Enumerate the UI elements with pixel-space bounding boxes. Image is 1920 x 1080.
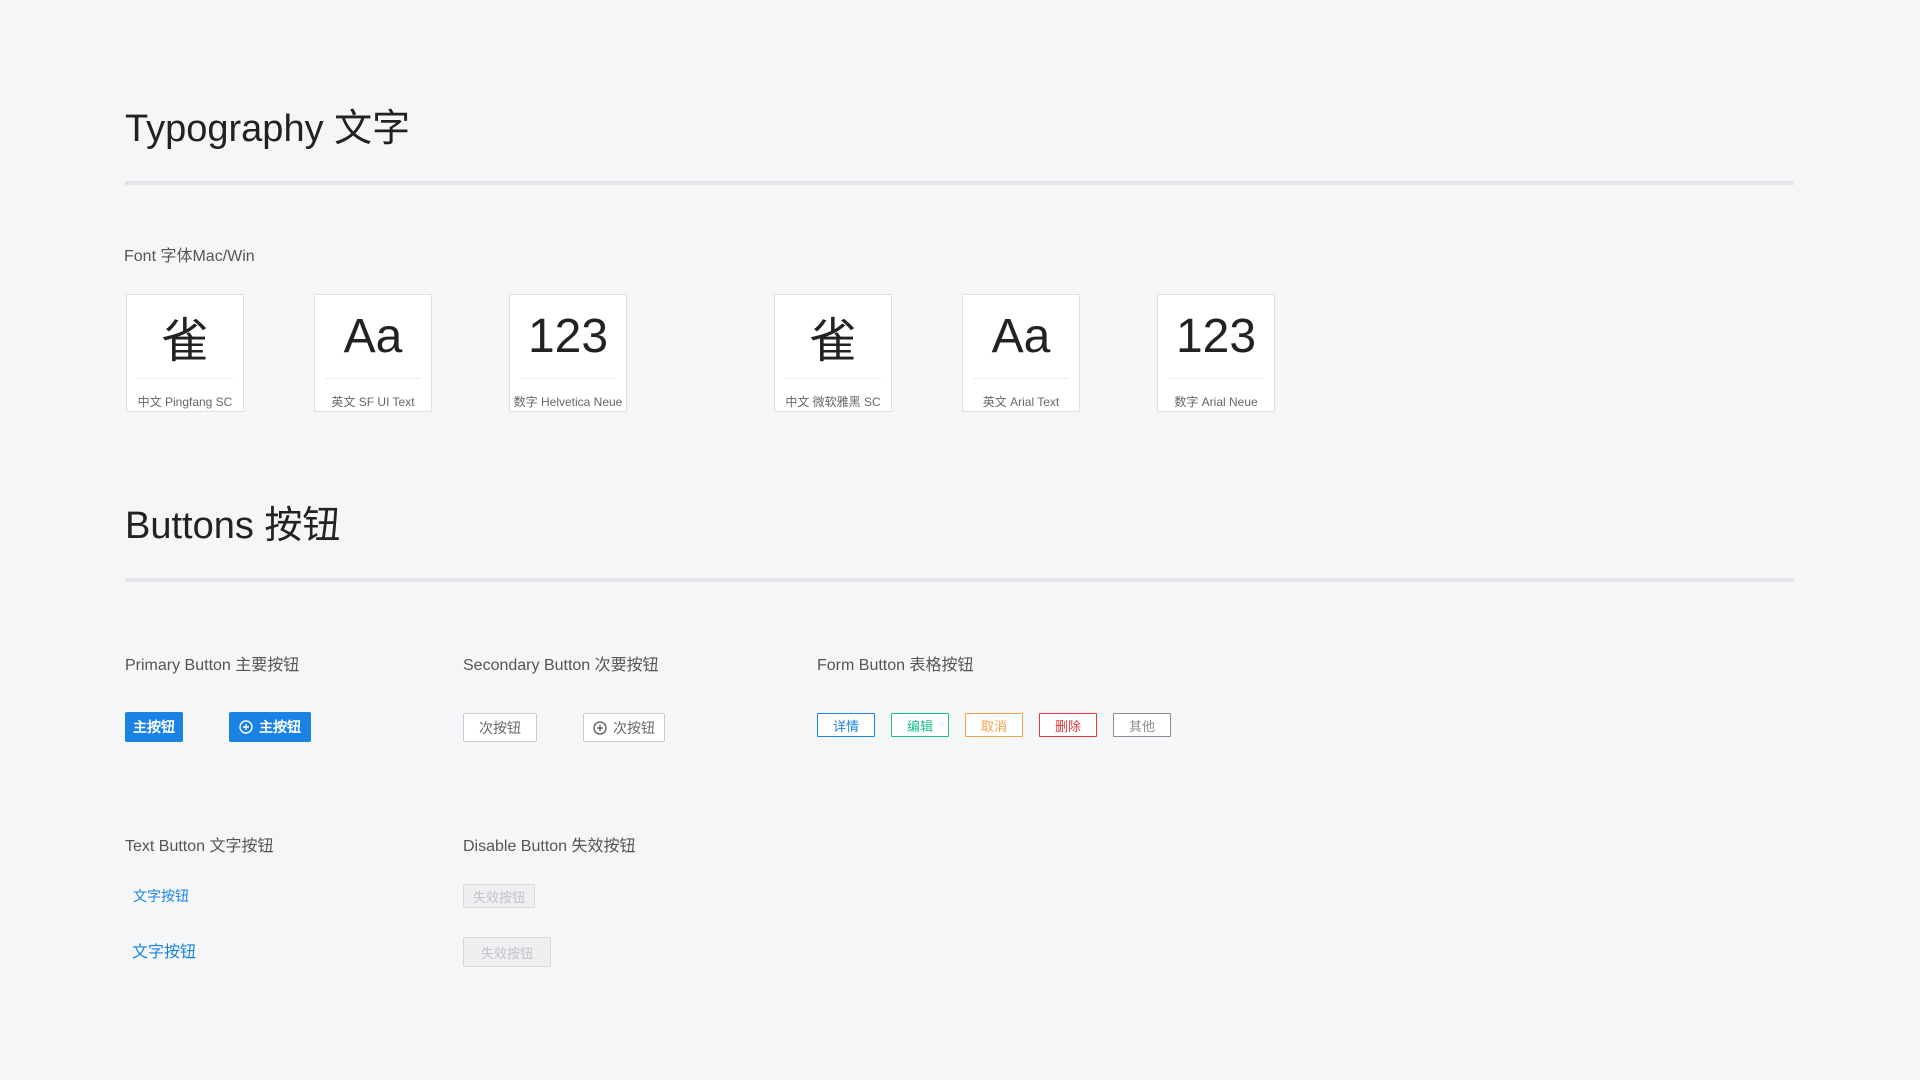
font-caption: 中文 Pingfang SC: [137, 395, 233, 409]
font-caption: 英文 SF UI Text: [331, 395, 415, 409]
primary-button-text: 主按钮: [133, 719, 175, 735]
text-button-large[interactable]: 文字按钮: [132, 938, 196, 962]
text-button-small[interactable]: 文字按钮: [133, 886, 189, 906]
disabled-button-label: Disable Button 失效按钮: [463, 838, 636, 855]
font-card-pingfang: 雀 中文 Pingfang SC: [126, 294, 244, 412]
secondary-button[interactable]: 次按钮: [463, 713, 537, 742]
typography-divider: [125, 181, 1794, 185]
font-caption: 英文 Arial Text: [982, 395, 1060, 409]
primary-button-with-icon[interactable]: 主按钮: [229, 712, 311, 742]
disabled-button-small: 失效按钮: [463, 884, 535, 908]
font-card-arial-text: Aa 英文 Arial Text: [962, 294, 1080, 412]
form-button-edit[interactable]: 编辑: [891, 713, 949, 737]
plus-circle-icon: [593, 720, 607, 735]
primary-button-text: 主按钮: [259, 719, 301, 735]
font-card-arial-neue: 123 数字 Arial Neue: [1157, 294, 1275, 412]
buttons-title: Buttons 按钮: [125, 505, 341, 547]
font-sample-glyph: 123: [1175, 309, 1257, 363]
primary-button-label: Primary Button 主要按钮: [125, 657, 300, 674]
secondary-button-with-icon[interactable]: 次按钮: [583, 713, 665, 742]
form-button-other[interactable]: 其他: [1113, 713, 1171, 737]
font-caption: 数字 Helvetica Neue: [513, 395, 623, 409]
font-sample-glyph: 雀: [808, 315, 857, 368]
buttons-divider: [125, 578, 1794, 582]
secondary-button-label: Secondary Button 次要按钮: [463, 657, 659, 674]
font-sample-glyph: 123: [527, 309, 609, 363]
font-card-yahei: 雀 中文 微软雅黑 SC: [774, 294, 892, 412]
font-sample-glyph: Aa: [343, 309, 403, 363]
font-caption: 数字 Arial Neue: [1174, 395, 1258, 409]
plus-circle-icon: [239, 720, 253, 734]
font-label: Font 字体Mac/Win: [124, 248, 255, 265]
secondary-button-text: 次按钮: [613, 719, 655, 736]
font-caption: 中文 微软雅黑 SC: [785, 395, 881, 409]
font-sample-glyph: 雀: [160, 315, 209, 368]
typography-title: Typography 文字: [125, 108, 411, 150]
text-button-label: Text Button 文字按钮: [125, 838, 274, 855]
font-card-helvetica: 123 数字 Helvetica Neue: [509, 294, 627, 412]
font-sample-glyph: Aa: [991, 309, 1051, 363]
form-button-cancel[interactable]: 取消: [965, 713, 1023, 737]
font-card-sf-ui: Aa 英文 SF UI Text: [314, 294, 432, 412]
primary-button[interactable]: 主按钮: [125, 712, 183, 742]
form-button-label: Form Button 表格按钮: [817, 657, 974, 674]
form-button-delete[interactable]: 删除: [1039, 713, 1097, 737]
form-button-detail[interactable]: 详情: [817, 713, 875, 737]
disabled-button-large: 失效按钮: [463, 937, 551, 967]
secondary-button-text: 次按钮: [479, 719, 521, 736]
